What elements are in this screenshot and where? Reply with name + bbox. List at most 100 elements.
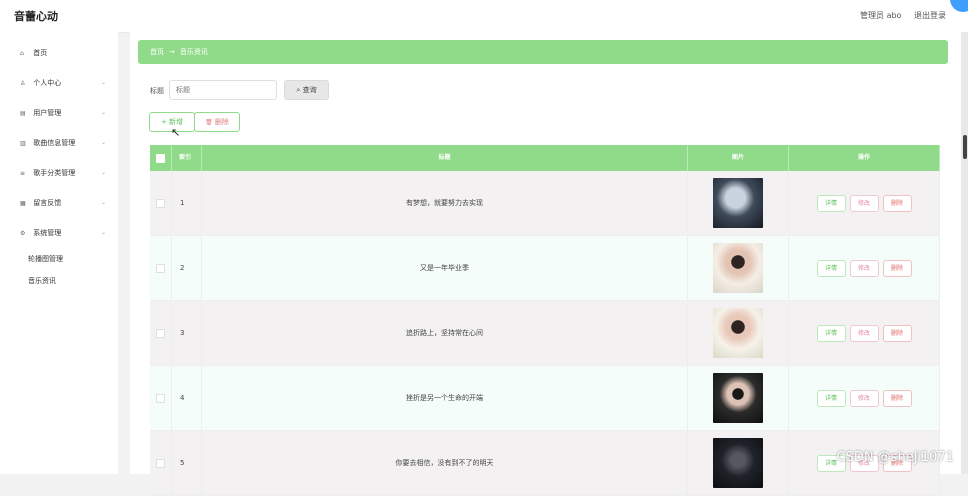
top-bar: 音蕾心动 管理员 abo 退出登录 — [0, 0, 968, 33]
row-image-cell — [688, 431, 789, 495]
settings-icon: ⚙ — [20, 230, 26, 237]
mouse-cursor-icon: ↖ — [171, 126, 181, 139]
sidebar-item-songs[interactable]: ▥ 歌曲信息管理 ⌄ — [0, 128, 118, 158]
breadcrumb-home[interactable]: 首页 — [150, 48, 164, 56]
sidebar-item-feedback[interactable]: ▦ 留言反馈 ⌄ — [0, 188, 118, 218]
row-checkbox-cell[interactable] — [150, 236, 172, 300]
table-row: 3 追折路上，坚持常在心间 详情 修改 删除 — [150, 301, 940, 366]
row-delete-button[interactable]: 删除 — [882, 324, 912, 342]
row-checkbox[interactable] — [156, 393, 165, 403]
watermark: CSDN @sheji1071 — [836, 450, 954, 465]
row-index: 2 — [172, 236, 202, 300]
row-operations: 详情 修改 删除 — [789, 236, 940, 300]
music-icon: ▥ — [20, 140, 26, 147]
sidebar-subitem-carousel[interactable]: 轮播图管理 — [0, 248, 118, 270]
user-icon: ♙ — [20, 80, 26, 87]
detail-button[interactable]: 详情 — [816, 389, 846, 407]
breadcrumb-current: 音乐资讯 — [179, 48, 208, 56]
users-icon: ▤ — [20, 110, 26, 117]
chevron-down-icon: ⌄ — [100, 199, 106, 206]
select-all-checkbox[interactable] — [156, 153, 165, 163]
detail-button[interactable]: 详情 — [816, 194, 846, 212]
delete-button[interactable]: 🗑 删除 — [194, 112, 240, 132]
detail-button[interactable]: 详情 — [816, 259, 846, 277]
edit-button[interactable]: 修改 — [849, 324, 879, 342]
page-scrollbar[interactable] — [961, 32, 968, 474]
row-operations: 详情 修改 删除 — [789, 171, 940, 235]
row-image-cell — [688, 171, 789, 235]
sidebar-item-singer-categories[interactable]: ≡ 歌手分类管理 ⌄ — [0, 158, 118, 188]
select-all-checkbox-cell[interactable] — [150, 145, 172, 171]
detail-button[interactable]: 详情 — [816, 324, 846, 342]
row-checkbox[interactable] — [156, 263, 165, 273]
data-table: 索引 标题 图片 操作 1 有梦想，就要努力去实现 详情 修改 删除 2 又是一… — [150, 145, 940, 496]
search-input[interactable] — [169, 80, 277, 100]
row-title: 挫折是另一个生命的开端 — [202, 366, 688, 430]
row-checkbox[interactable] — [156, 328, 165, 338]
edit-button[interactable]: 修改 — [849, 259, 879, 277]
trash-icon: 🗑 — [205, 119, 213, 126]
query-button-label: 查询 — [302, 86, 317, 94]
row-checkbox[interactable] — [156, 198, 165, 208]
sidebar-item-label: 留言反馈 — [33, 199, 62, 207]
column-header-index: 索引 — [172, 145, 202, 171]
table-row: 5 你要去相信，没有到不了的明天 详情 修改 删除 — [150, 431, 940, 496]
row-checkbox-cell[interactable] — [150, 366, 172, 430]
row-title: 有梦想，就要努力去实现 — [202, 171, 688, 235]
column-header-image[interactable]: 图片 — [688, 145, 789, 171]
row-thumbnail[interactable] — [713, 438, 763, 488]
search-label: 标题 — [150, 87, 164, 95]
row-delete-button[interactable]: 删除 — [882, 259, 912, 277]
sidebar-subitem-music-news[interactable]: 音乐资讯 — [0, 270, 118, 292]
top-right-area: 管理员 abo 退出登录 — [850, 10, 946, 21]
search-icon: ⌕ — [296, 86, 301, 94]
avatar[interactable] — [950, 0, 968, 12]
table-body: 1 有梦想，就要努力去实现 详情 修改 删除 2 又是一年毕业季 详情 修改 删… — [150, 171, 940, 496]
sidebar-item-profile[interactable]: ♙ 个人中心 ⌄ — [0, 68, 118, 98]
row-thumbnail[interactable] — [713, 178, 763, 228]
scrollbar-thumb[interactable] — [963, 135, 967, 159]
table-row: 1 有梦想，就要努力去实现 详情 修改 删除 — [150, 171, 940, 236]
row-index: 3 — [172, 301, 202, 365]
chevron-down-icon: ⌄ — [100, 229, 106, 236]
home-icon: ⌂ — [20, 50, 24, 57]
category-icon: ≡ — [20, 170, 26, 177]
sidebar-item-home[interactable]: ⌂ 首页 — [0, 38, 118, 68]
breadcrumb: 首页 → 音乐资讯 — [138, 40, 948, 64]
row-title: 你要去相信，没有到不了的明天 — [202, 431, 688, 495]
app-title: 音蕾心动 — [14, 10, 58, 23]
row-thumbnail[interactable] — [713, 243, 763, 293]
row-checkbox-cell[interactable] — [150, 171, 172, 235]
column-header-operations: 操作 — [789, 145, 940, 171]
chevron-down-icon: ⌄ — [100, 79, 106, 86]
row-thumbnail[interactable] — [713, 373, 763, 423]
edit-button[interactable]: 修改 — [849, 194, 879, 212]
row-image-cell — [688, 236, 789, 300]
row-operations: 详情 修改 删除 — [789, 366, 940, 430]
row-delete-button[interactable]: 删除 — [882, 194, 912, 212]
sidebar-item-system[interactable]: ⚙ 系统管理 ⌄ — [0, 218, 118, 248]
sidebar-item-label: 歌曲信息管理 — [33, 139, 76, 147]
row-delete-button[interactable]: 删除 — [882, 389, 912, 407]
sidebar-item-users[interactable]: ▤ 用户管理 ⌄ — [0, 98, 118, 128]
table-row: 4 挫折是另一个生命的开端 详情 修改 删除 — [150, 366, 940, 431]
query-button[interactable]: ⌕ 查询 — [284, 80, 329, 100]
row-thumbnail[interactable] — [713, 308, 763, 358]
column-header-title[interactable]: 标题 — [202, 145, 688, 171]
row-image-cell — [688, 366, 789, 430]
message-icon: ▦ — [20, 200, 26, 207]
row-checkbox-cell[interactable] — [150, 431, 172, 495]
arrow-right-icon: → — [169, 48, 175, 56]
row-image-cell — [688, 301, 789, 365]
row-checkbox-cell[interactable] — [150, 301, 172, 365]
sidebar-item-label: 个人中心 — [33, 79, 62, 87]
edit-button[interactable]: 修改 — [849, 389, 879, 407]
delete-button-label: 删除 — [214, 118, 229, 126]
chevron-down-icon: ⌄ — [100, 139, 106, 146]
logout-link[interactable]: 退出登录 — [914, 11, 946, 20]
sidebar-item-label: 系统管理 — [33, 229, 62, 237]
sidebar-item-label: 首页 — [33, 49, 48, 57]
row-checkbox[interactable] — [156, 458, 165, 468]
table-row: 2 又是一年毕业季 详情 修改 删除 — [150, 236, 940, 301]
row-index: 4 — [172, 366, 202, 430]
